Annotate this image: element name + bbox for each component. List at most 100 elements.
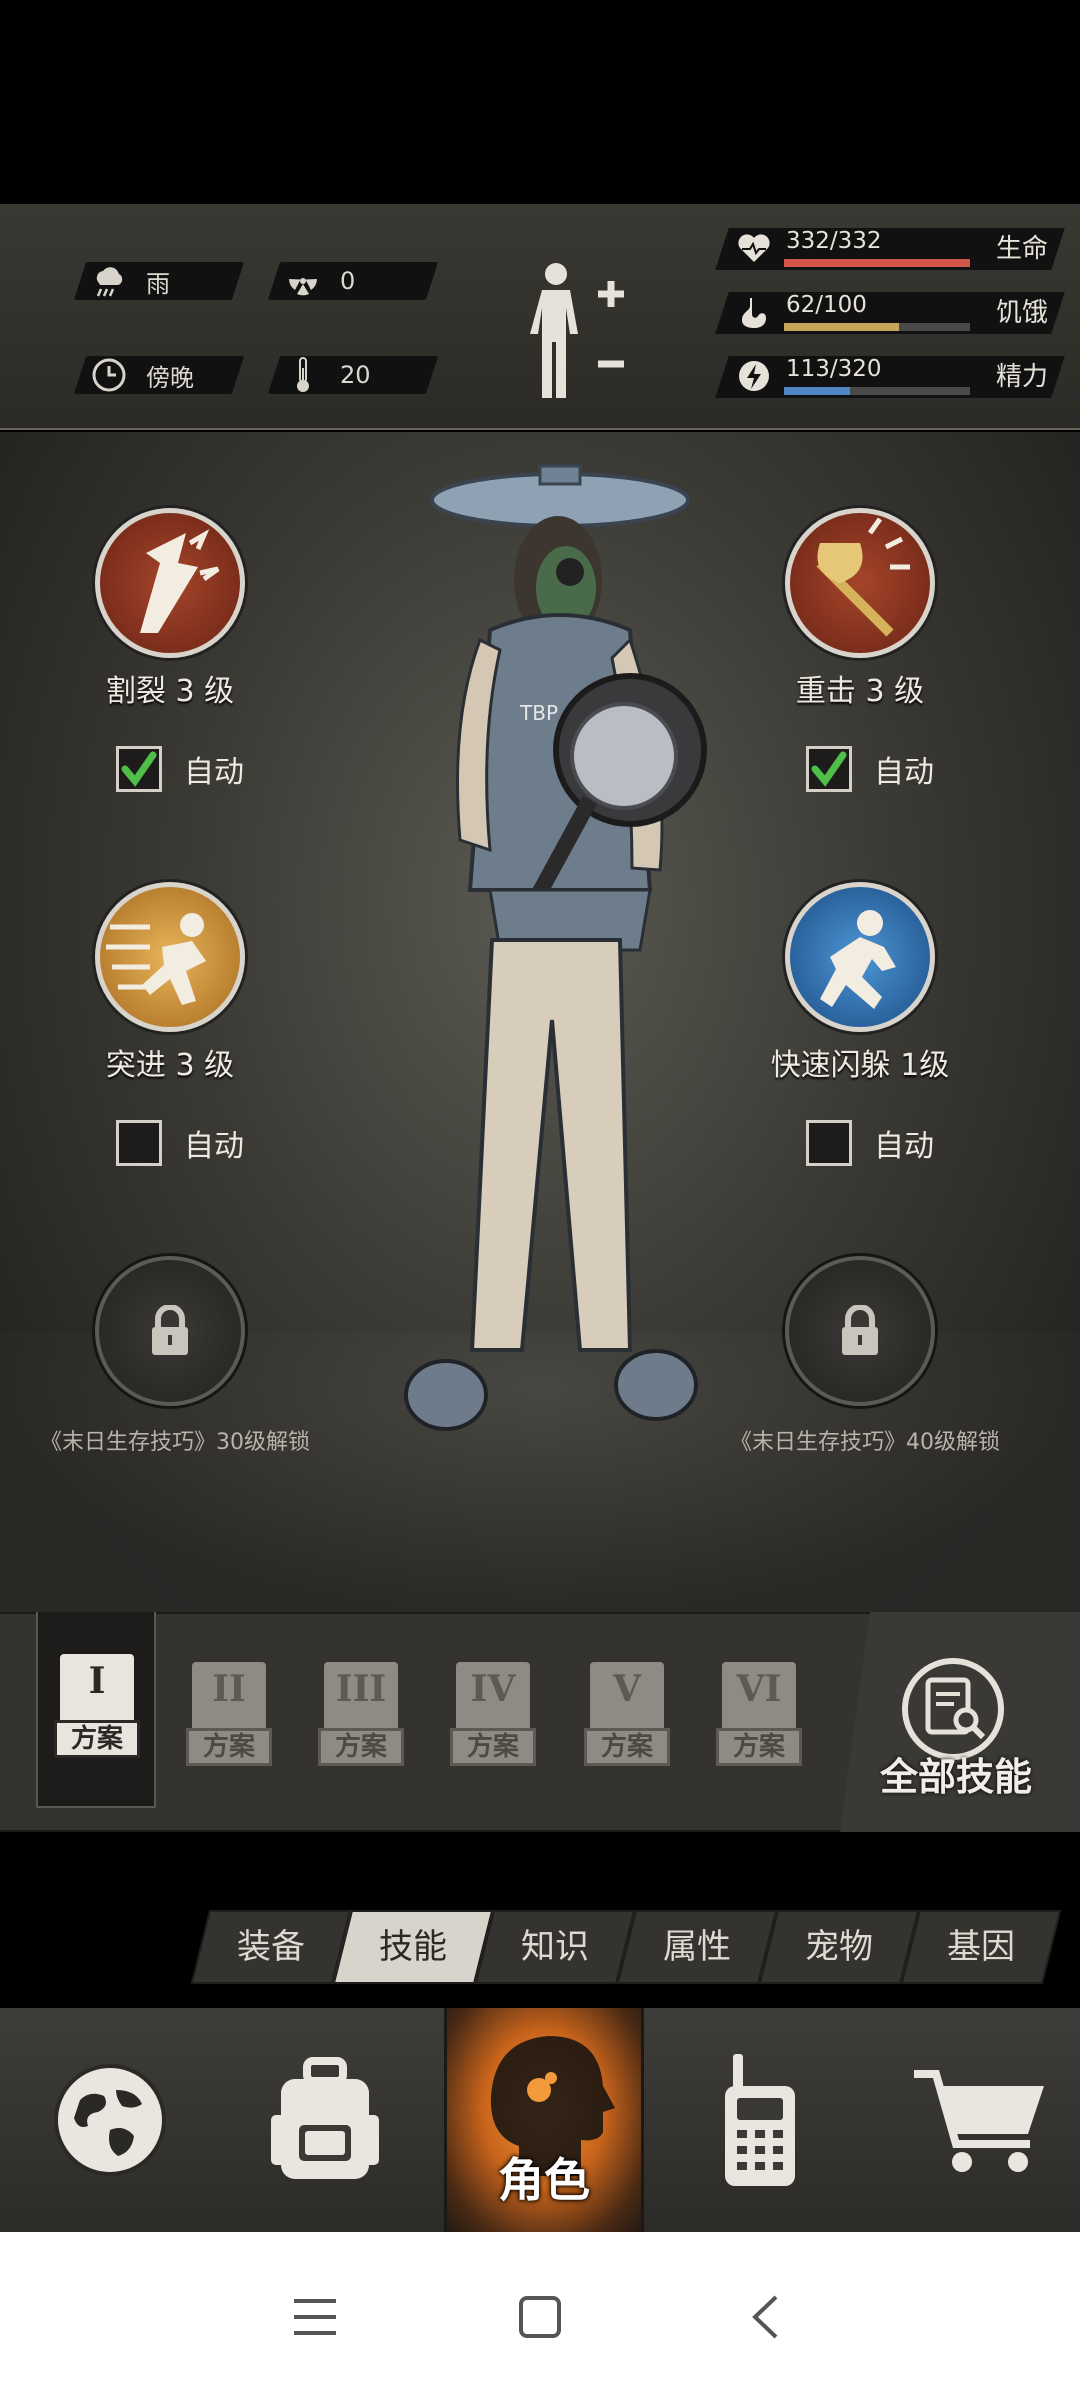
all-skills-button[interactable]: 全部技能 <box>840 1612 1080 1832</box>
health-bar <box>784 259 970 267</box>
locked-slot-circle[interactable] <box>95 1256 245 1406</box>
health-label: 生命 <box>995 234 1048 264</box>
nav-backpack[interactable] <box>250 2008 400 2232</box>
stomach-icon <box>742 298 766 328</box>
tab-label: 属性 <box>663 1927 731 1967</box>
tab-equipment[interactable]: 装备 <box>190 1910 352 1984</box>
back-icon <box>752 2295 778 2339</box>
auto-label: 自动 <box>874 755 934 790</box>
globe-icon <box>54 2064 166 2176</box>
nav-radio[interactable] <box>690 2008 830 2232</box>
system-navigation-bar <box>0 2232 1080 2400</box>
plan-button-6[interactable]: VI 方案 <box>716 1662 802 1776</box>
plan-button-1[interactable]: I 方案 <box>54 1654 140 1768</box>
heart-pulse-icon <box>738 234 770 262</box>
plan-label: 方案 <box>186 1728 272 1766</box>
radiation-icon <box>284 262 322 300</box>
skill-slot-1[interactable]: 割裂 3 级 <box>90 508 250 710</box>
plan-label: 方案 <box>450 1728 536 1766</box>
plan-button-5[interactable]: V 方案 <box>584 1662 670 1776</box>
check-mark-icon <box>121 751 157 787</box>
quick-dodge-skill-icon[interactable] <box>785 882 935 1032</box>
tab-genes[interactable]: 基因 <box>900 1910 1062 1984</box>
plan-numeral: III <box>335 1668 387 1710</box>
auto-toggle-skill-3[interactable]: 自动 <box>116 1120 244 1166</box>
locked-skill-slot-1[interactable]: 《末日生存技巧》30级解锁 <box>40 1256 310 1456</box>
skill-slot-4[interactable]: 快速闪躲 1级 <box>760 882 960 1084</box>
time-indicator[interactable]: 傍晚 <box>90 356 194 394</box>
lock-icon <box>152 1305 188 1355</box>
clock-icon <box>90 356 128 394</box>
energy-label: 精力 <box>995 362 1048 392</box>
radiation-label: 0 <box>340 267 356 295</box>
auto-checkbox[interactable] <box>116 1120 162 1166</box>
hunger-bar <box>784 323 970 331</box>
radiation-indicator[interactable]: 0 <box>284 262 355 300</box>
auto-toggle-skill-4[interactable]: 自动 <box>806 1120 934 1166</box>
nav-role[interactable]: 角色 <box>444 2008 644 2232</box>
health-value: 332/332 <box>786 228 882 254</box>
health-stat[interactable]: 332/332 生命 <box>715 226 1065 272</box>
plan-label: 方案 <box>318 1728 404 1766</box>
auto-checkbox[interactable] <box>806 746 852 792</box>
character-tabs: 装备 技能 知识 属性 宠物 基因 <box>190 1910 1062 1986</box>
nav-world[interactable] <box>30 2008 190 2232</box>
plan-button-4[interactable]: IV 方案 <box>450 1662 536 1776</box>
body-plus-minus-icon[interactable] <box>520 258 630 408</box>
character-figure[interactable]: TBP <box>380 460 740 1500</box>
plan-numeral: VI <box>736 1668 782 1710</box>
weather-label: 雨 <box>146 269 170 298</box>
menu-button[interactable] <box>280 2282 350 2352</box>
auto-checkbox[interactable] <box>806 1120 852 1166</box>
tab-label: 知识 <box>521 1927 589 1967</box>
tab-attributes[interactable]: 属性 <box>616 1910 778 1984</box>
skill-slot-3[interactable]: 突进 3 级 <box>90 882 250 1084</box>
dash-skill-icon[interactable] <box>95 882 245 1032</box>
home-button[interactable] <box>505 2282 575 2352</box>
auto-toggle-skill-1[interactable]: 自动 <box>116 746 244 792</box>
plan-button-2[interactable]: II 方案 <box>186 1662 272 1776</box>
status-panel: 雨 0 傍晚 20 332/332 生命 62/100 饥饿 113/320 精… <box>0 204 1080 430</box>
tab-label: 技能 <box>379 1927 447 1967</box>
hunger-label: 饥饿 <box>995 298 1048 328</box>
jacket-print: TBP <box>519 701 558 725</box>
laceration-skill-icon[interactable] <box>95 508 245 658</box>
weather-indicator[interactable]: 雨 <box>90 262 170 300</box>
tab-knowledge[interactable]: 知识 <box>474 1910 636 1984</box>
rain-cloud-icon <box>90 262 128 300</box>
plan-button-3[interactable]: III 方案 <box>318 1662 404 1776</box>
auto-label: 自动 <box>874 1129 934 1164</box>
walkie-talkie-icon <box>725 2054 795 2186</box>
shopping-cart-icon <box>914 2070 1044 2172</box>
unlock-requirement: 《末日生存技巧》40级解锁 <box>730 1430 1000 1455</box>
plan-label: 方案 <box>716 1728 802 1766</box>
plan-numeral: IV <box>470 1668 516 1710</box>
back-button[interactable] <box>730 2282 800 2352</box>
document-search-icon <box>902 1658 1004 1760</box>
energy-stat[interactable]: 113/320 精力 <box>715 354 1065 400</box>
hunger-stat[interactable]: 62/100 饥饿 <box>715 290 1065 336</box>
plan-numeral: II <box>212 1668 246 1710</box>
auto-label: 自动 <box>184 755 244 790</box>
temperature-indicator[interactable]: 20 <box>284 356 371 394</box>
tab-label: 宠物 <box>805 1927 873 1967</box>
auto-checkbox[interactable] <box>116 746 162 792</box>
locked-slot-circle[interactable] <box>785 1256 935 1406</box>
thermometer-icon <box>284 356 322 394</box>
skill-name: 快速闪躲 1级 <box>770 1048 950 1083</box>
top-black-area <box>0 0 1080 204</box>
backpack-icon <box>271 2057 379 2179</box>
heavy-strike-skill-icon[interactable] <box>785 508 935 658</box>
tab-label: 基因 <box>947 1927 1015 1967</box>
auto-toggle-skill-2[interactable]: 自动 <box>806 746 934 792</box>
tab-skills[interactable]: 技能 <box>332 1910 494 1984</box>
locked-skill-slot-2[interactable]: 《末日生存技巧》40级解锁 <box>730 1256 1000 1456</box>
energy-icon <box>739 361 769 391</box>
skill-name: 割裂 3 级 <box>105 674 235 709</box>
all-skills-label: 全部技能 <box>880 1755 1033 1799</box>
skill-slot-2[interactable]: 重击 3 级 <box>780 508 940 710</box>
skill-name: 突进 3 级 <box>105 1048 235 1083</box>
unlock-requirement: 《末日生存技巧》30级解锁 <box>40 1430 310 1455</box>
nav-shop[interactable] <box>900 2008 1060 2232</box>
tab-pets[interactable]: 宠物 <box>758 1910 920 1984</box>
